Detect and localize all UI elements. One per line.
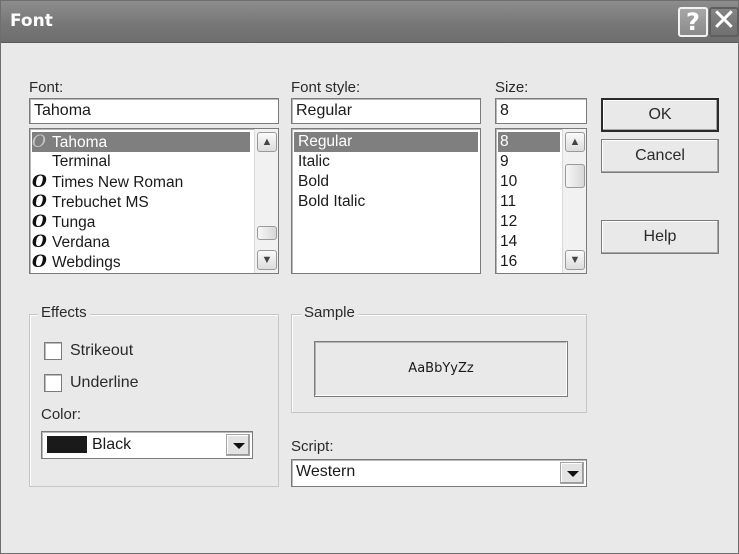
size-list-item[interactable]: 8	[498, 132, 560, 152]
font-list-item-label: Webdings	[52, 254, 121, 271]
size-list-scrollbar[interactable]: ▲ ▼	[562, 129, 586, 273]
font-label: Font:	[29, 79, 64, 96]
dropdown-arrow-icon[interactable]	[226, 434, 250, 456]
font-list-item[interactable]: O Tunga	[32, 212, 250, 232]
scroll-up-icon[interactable]: ▲	[565, 132, 585, 152]
size-list-item[interactable]: 12	[498, 212, 560, 232]
size-list-item[interactable]: 16	[498, 252, 560, 272]
size-list-item[interactable]: 10	[498, 172, 560, 192]
size-label: Size:	[495, 79, 529, 96]
underline-label: Underline	[70, 374, 139, 391]
ok-button[interactable]: OK	[601, 98, 719, 132]
underline-checkbox[interactable]	[44, 374, 62, 392]
dropdown-arrow-icon[interactable]	[560, 462, 584, 484]
truetype-font-icon: O	[32, 252, 47, 272]
size-list[interactable]: 8 9 10 11 12 14 16 ▲ ▼	[495, 128, 587, 274]
script-select[interactable]: Western	[291, 459, 587, 487]
dialog-title: Font	[10, 11, 53, 31]
help-icon[interactable]: ?	[678, 7, 708, 37]
scroll-thumb[interactable]	[257, 226, 277, 240]
effects-label: Effects	[38, 304, 90, 321]
font-style-label: Font style:	[291, 79, 361, 96]
font-list-item-label: Verdana	[52, 234, 110, 251]
font-style-list[interactable]: Regular Italic Bold Bold Italic	[291, 128, 481, 274]
font-input[interactable]: Tahoma	[29, 98, 279, 124]
font-style-list-item[interactable]: Regular	[294, 132, 478, 152]
color-swatch	[47, 436, 87, 453]
strikeout-checkbox[interactable]	[44, 342, 62, 360]
size-list-item[interactable]: 9	[498, 152, 560, 172]
sample-label: Sample	[301, 304, 358, 321]
scroll-thumb[interactable]	[565, 164, 585, 188]
font-list-item[interactable]: O Trebuchet MS	[32, 192, 250, 212]
font-list[interactable]: O Tahoma Terminal O Times New Roman O Trebuche…	[29, 128, 279, 274]
size-input[interactable]: 8	[495, 98, 587, 124]
truetype-font-icon: O	[32, 132, 46, 152]
cancel-button[interactable]: Cancel	[601, 139, 719, 173]
color-label: Color:	[41, 406, 82, 423]
script-label: Script:	[291, 438, 334, 455]
font-list-item[interactable]: O Tahoma	[32, 132, 250, 152]
font-style-input[interactable]: Regular	[291, 98, 481, 124]
font-dialog: Font ? ✕ Font: Tahoma O Tahoma Terminal O Ti…	[0, 0, 739, 554]
truetype-font-icon: O	[32, 232, 47, 252]
font-list-scrollbar[interactable]: ▲ ▼	[254, 129, 278, 273]
truetype-font-icon: O	[32, 192, 47, 212]
color-select[interactable]: Black	[41, 431, 253, 459]
font-list-item-label: Trebuchet MS	[52, 194, 149, 211]
sample-preview: AaBbYyZz	[314, 341, 568, 397]
truetype-font-icon: O	[32, 212, 47, 232]
font-list-item[interactable]: O Verdana	[32, 232, 250, 252]
truetype-font-icon: O	[32, 172, 47, 192]
font-list-item-label: Terminal	[52, 153, 111, 170]
help-button[interactable]: Help	[601, 220, 719, 254]
font-list-item-label: Tunga	[52, 214, 96, 231]
font-style-list-item[interactable]: Bold Italic	[294, 192, 478, 212]
font-list-item[interactable]: O Times New Roman	[32, 172, 250, 192]
font-list-item[interactable]: Terminal	[32, 152, 250, 172]
font-list-item-label: Times New Roman	[52, 174, 184, 191]
effects-group	[29, 314, 279, 487]
title-bar[interactable]: Font ? ✕	[1, 1, 739, 43]
strikeout-label: Strikeout	[70, 342, 134, 359]
font-style-list-item[interactable]: Italic	[294, 152, 478, 172]
size-list-item[interactable]: 14	[498, 232, 560, 252]
close-icon[interactable]: ✕	[709, 6, 739, 37]
color-value: Black	[92, 436, 132, 453]
font-list-item[interactable]: O Webdings	[32, 252, 250, 272]
scroll-down-icon[interactable]: ▼	[565, 250, 585, 270]
font-list-item-label: Tahoma	[52, 134, 108, 151]
scroll-down-icon[interactable]: ▼	[257, 250, 277, 270]
script-value: Western	[296, 463, 356, 480]
size-list-item[interactable]: 11	[498, 192, 560, 212]
scroll-up-icon[interactable]: ▲	[257, 132, 277, 152]
font-style-list-item[interactable]: Bold	[294, 172, 478, 192]
